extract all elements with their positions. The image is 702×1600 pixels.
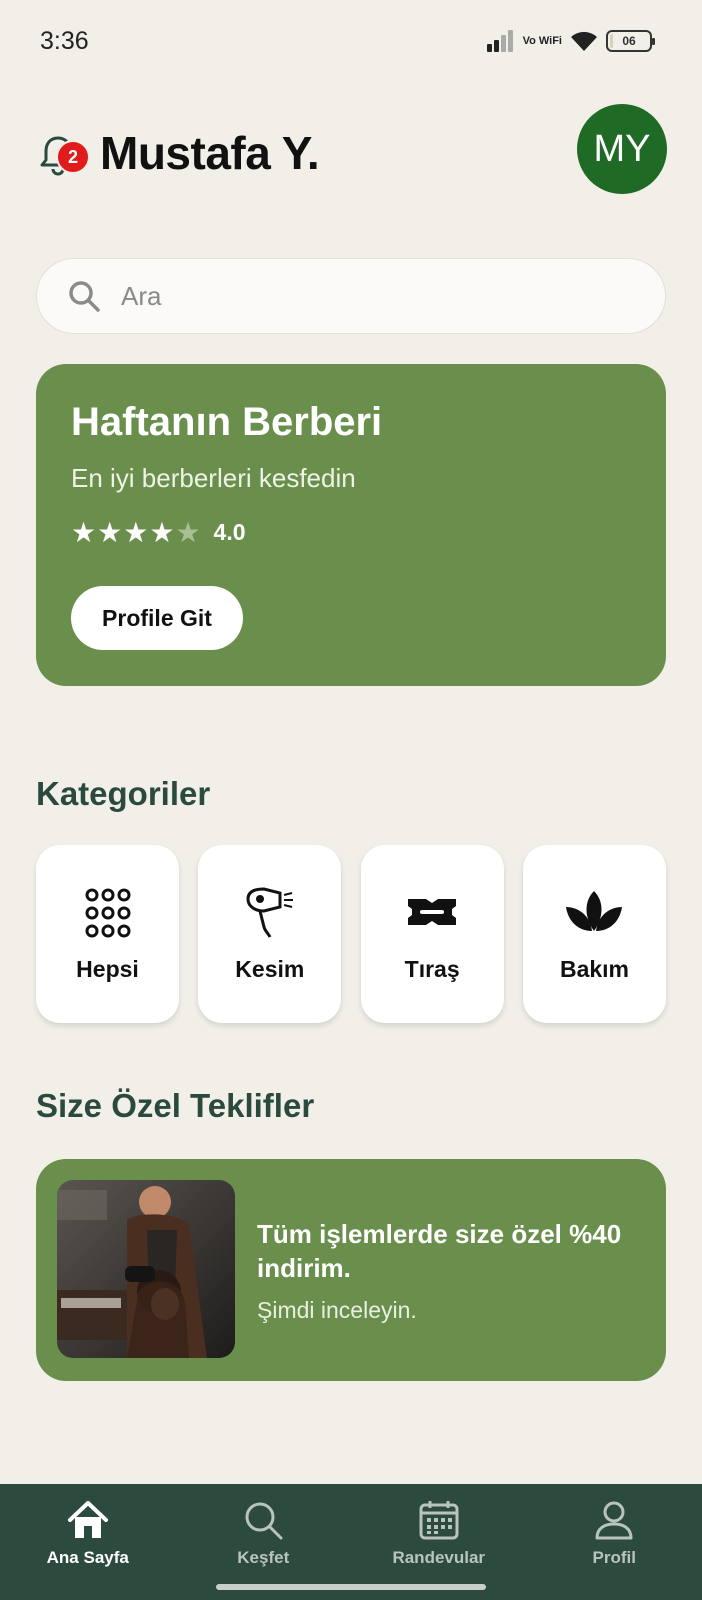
offer-subtitle: Şimdi inceleyin. [257,1297,417,1323]
star-filled-icon: ★ [71,517,98,548]
bottom-tab-bar: Ana Sayfa Keşfet Randevular Profil [0,1484,702,1600]
rating: ★★★★★ 4.0 [71,516,631,549]
tab-profile[interactable]: Profil [527,1484,702,1600]
category-shave[interactable]: Tıraş [360,845,504,1023]
star-empty-icon: ★ [175,517,202,548]
offers-title: Size Özel Teklifler [36,1087,315,1124]
razor-blade-icon [408,899,457,925]
rating-value: 4.0 [213,519,246,545]
wifi-icon [571,31,597,51]
search-icon [245,1502,283,1540]
offer-image [57,1180,235,1358]
lotus-leaf-icon [566,891,623,931]
category-haircut[interactable]: Kesim [198,845,342,1023]
offer-card[interactable]: Tüm işlemlerde size özel %40 indirim. Şi… [36,1159,666,1381]
home-indicator[interactable] [216,1584,486,1590]
status-time: 3:36 [40,27,89,55]
status-bar: 3:36 Vo WiFi 06 [0,0,702,86]
vowifi-label: Vo WiFi [522,34,562,47]
battery-text: 06 [622,34,636,48]
categories-title: Kategoriler [36,775,211,812]
featured-barber-card: Haftanın Berberi En iyi berberleri kesfe… [36,364,666,686]
grid-dots-icon [85,888,130,938]
category-label: Bakım [559,956,629,982]
notification-badge: 2 [56,140,90,174]
search-input[interactable] [121,280,621,312]
category-label: Kesim [235,956,305,982]
category-care[interactable]: Bakım [522,845,666,1023]
calendar-icon [419,1501,459,1540]
star-filled-icon: ★ [123,517,150,548]
tab-home[interactable]: Ana Sayfa [0,1484,176,1600]
user-icon [595,1501,633,1540]
battery-fill [610,34,613,48]
featured-subtitle: En iyi berberleri kesfedin [71,463,356,493]
notification-button[interactable]: 2 [38,132,90,176]
rating-stars: ★★★★★ [71,516,202,549]
featured-title: Haftanın Berberi [71,400,383,444]
home-icon [67,1501,108,1538]
profile-go-button[interactable]: Profile Git [71,586,243,650]
tab-appointments[interactable]: Randevular [351,1484,527,1600]
tab-label: Keşfet [237,1548,290,1567]
user-name: Mustafa Y. [100,127,320,179]
categories-list: Hepsi Kesim Tıraş Bakım [36,845,666,1023]
tab-label: Ana Sayfa [46,1548,129,1567]
star-filled-icon: ★ [97,517,124,548]
signal-icon [486,30,513,52]
category-label: Tıraş [404,956,460,982]
avatar[interactable]: MY [577,104,667,194]
tab-label: Randevular [392,1548,486,1567]
category-label: Hepsi [76,956,139,982]
battery-icon: 06 [606,30,655,52]
tab-label: Profil [592,1548,636,1567]
search-bar[interactable] [36,258,666,334]
search-icon [69,281,100,312]
offer-title: Tüm işlemlerde size özel %40 indirim. [257,1219,622,1283]
category-all[interactable]: Hepsi [36,845,179,1023]
star-filled-icon: ★ [149,517,176,548]
tab-explore[interactable]: Keşfet [176,1484,352,1600]
status-icons: Vo WiFi 06 [486,26,655,56]
hair-dryer-icon [246,887,293,938]
header: 2 Mustafa Y. MY [36,104,667,200]
